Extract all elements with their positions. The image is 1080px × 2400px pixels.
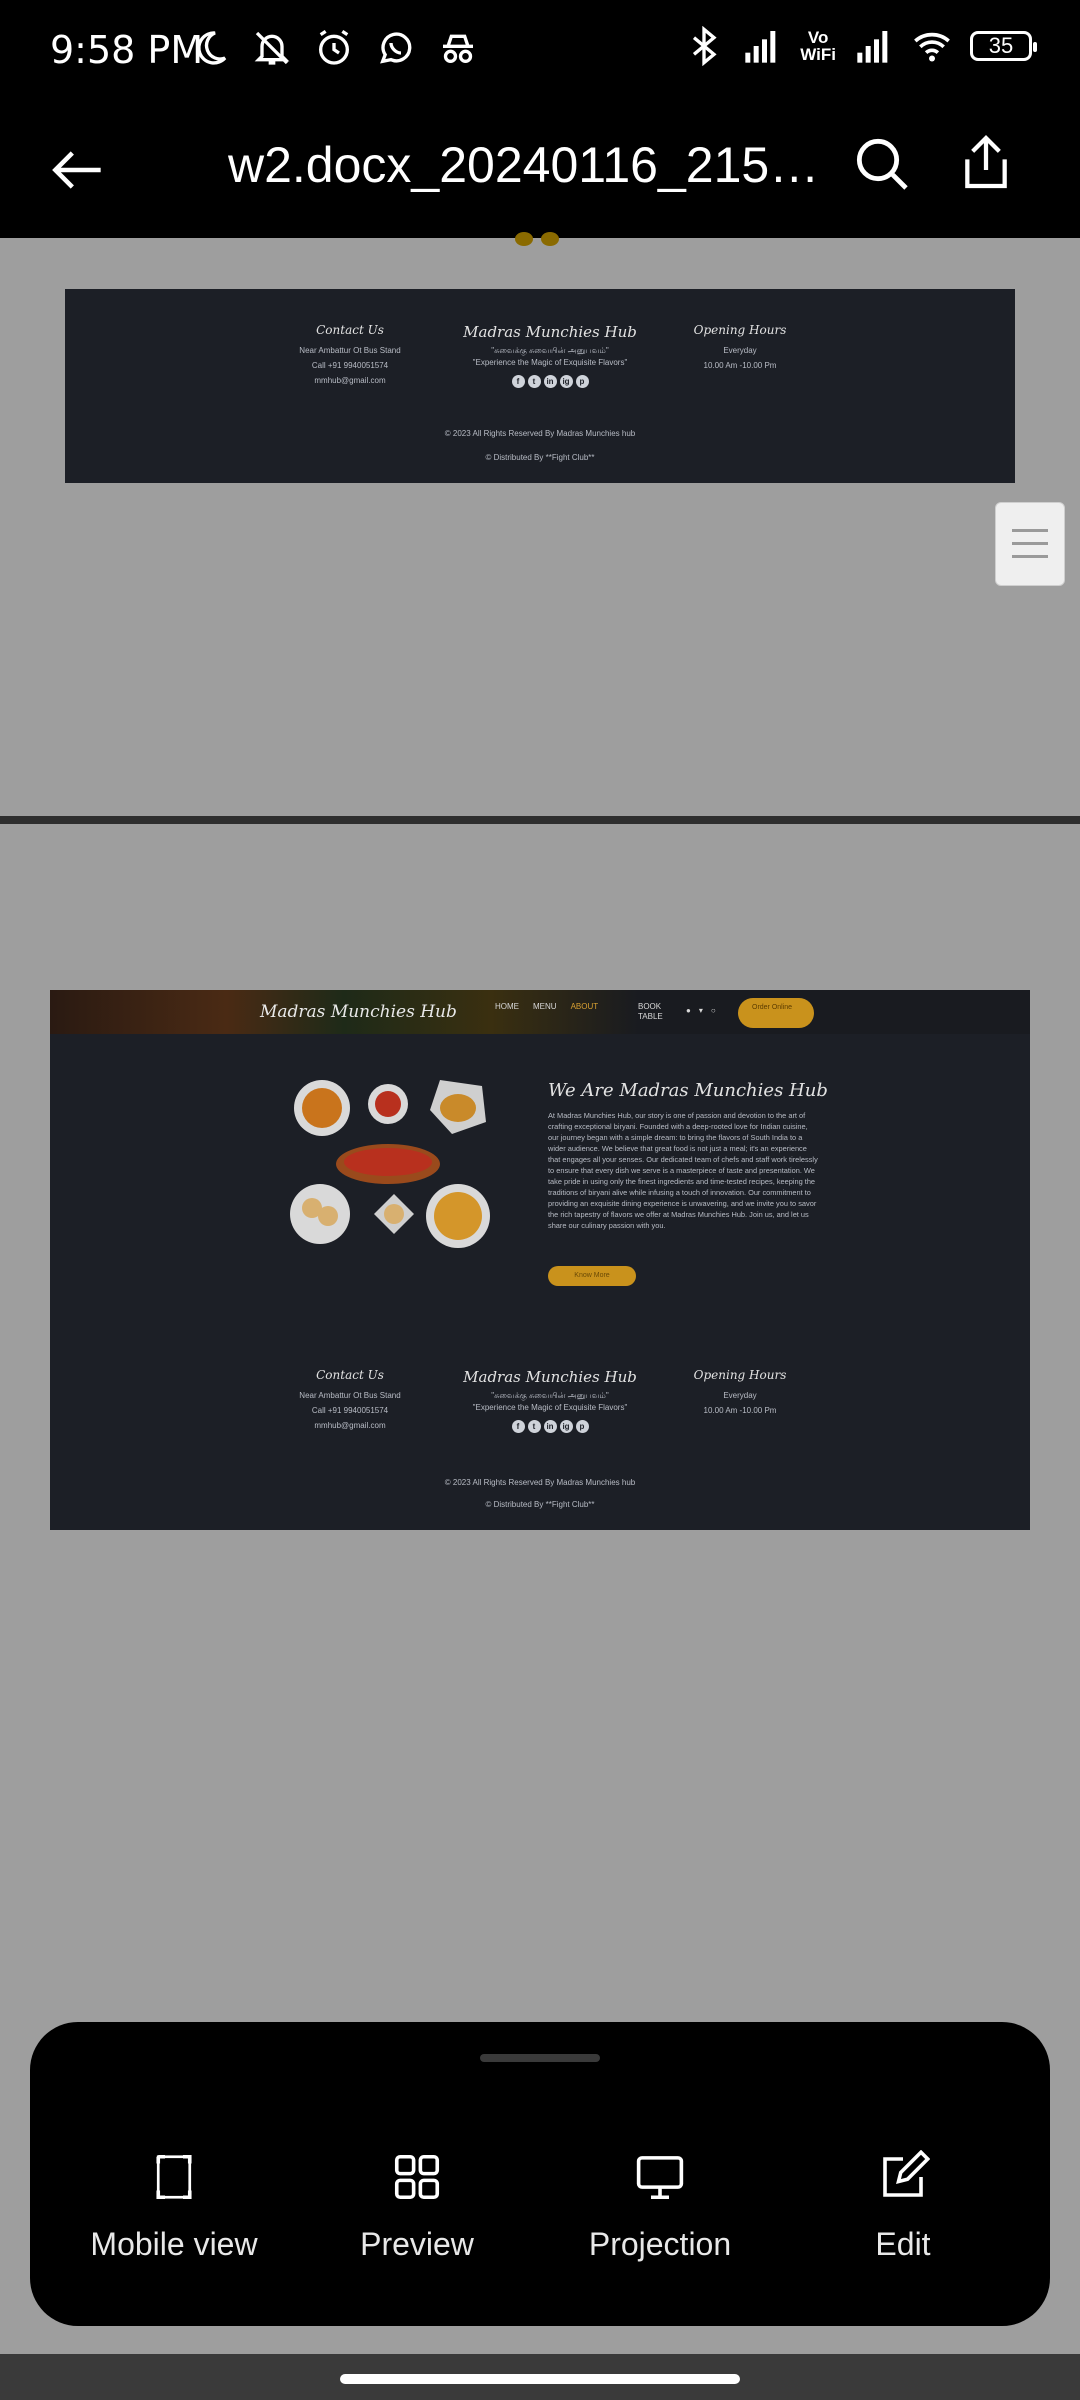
vowifi-top-label: Vo	[807, 28, 829, 47]
nav-home[interactable]: HOME	[495, 1002, 519, 1011]
pinterest-icon[interactable]: p	[575, 1420, 589, 1433]
site-navbar: Madras Munchies Hub HOME MENU ABOUT BOOK…	[50, 990, 1030, 1034]
projection-label: Projection	[588, 2226, 732, 2262]
hours-column-2: Opening Hours Everyday 10.00 Am -10.00 P…	[693, 1368, 787, 1416]
social-icons-2: f t in ig p	[450, 1420, 650, 1433]
twitter-icon[interactable]: t	[527, 1420, 541, 1433]
battery-level: 35	[988, 33, 1014, 58]
brand-column-2: Madras Munchies Hub "சுவைக்கு சுவையின் அ…	[450, 1368, 650, 1434]
mobile-view-label: Mobile view	[90, 2226, 258, 2262]
share-icon[interactable]	[954, 130, 1018, 194]
document-title: w2.docx_20240116_2155...	[228, 137, 838, 193]
edit-label: Edit	[875, 2226, 931, 2262]
status-left-icons	[190, 28, 478, 68]
instagram-icon[interactable]: ig	[559, 375, 573, 388]
food-platter-illustration	[290, 1080, 490, 1248]
wifi-icon	[914, 32, 950, 62]
page-decoration-dots	[515, 232, 559, 246]
instagram-icon[interactable]: ig	[559, 1420, 573, 1433]
home-gesture-pill[interactable]	[340, 2374, 740, 2384]
signal-2-icon	[857, 31, 888, 63]
edit-icon	[883, 2150, 930, 2197]
edit-button[interactable]: Edit	[793, 2150, 1013, 2263]
vowifi-icon: Vo WiFi	[800, 29, 836, 63]
nav-about[interactable]: ABOUT	[571, 1002, 599, 1011]
back-arrow-icon[interactable]	[44, 136, 112, 204]
grid-icon	[394, 2154, 440, 2200]
projection-button[interactable]: Projection	[550, 2150, 770, 2263]
battery-icon: 35	[970, 31, 1037, 61]
site-logo: Madras Munchies Hub	[260, 1002, 457, 1022]
contact-column: Contact Us Near Ambattur Ot Bus Stand Ca…	[270, 323, 430, 389]
know-more-button[interactable]: Know More	[548, 1266, 636, 1286]
bluetooth-icon	[693, 26, 717, 66]
vowifi-bottom-label: WiFi	[800, 45, 836, 64]
alarm-icon	[319, 29, 349, 65]
phone-text: Call +91 9940051574	[311, 361, 389, 371]
order-online-button[interactable]: Order Online	[738, 998, 814, 1028]
about-title: We Are Madras Munchies Hub	[548, 1080, 828, 1101]
site-search-icon[interactable]: ○	[711, 1006, 716, 1015]
address-text: Near Ambattur Ot Bus Stand	[299, 346, 401, 355]
facebook-icon[interactable]: f	[511, 375, 525, 388]
nav-book-table[interactable]: BOOK TABLE	[638, 1002, 668, 1021]
page2-site-screenshot: Madras Munchies Hub HOME MENU ABOUT BOOK…	[50, 990, 1030, 1530]
hours-column: Opening Hours Everyday 10.00 Am -10.00 P…	[693, 323, 787, 371]
linkedin-icon[interactable]: in	[543, 1420, 557, 1433]
page-divider	[0, 816, 1080, 824]
rights-text-2: © 2023 All Rights Reserved By Madras Mun…	[444, 1478, 636, 1487]
whatsapp-icon	[380, 32, 412, 64]
pinterest-icon[interactable]: p	[575, 375, 589, 388]
mobile-view-button[interactable]: Mobile view	[64, 2150, 284, 2263]
distributed-text: © Distributed By **Fight Club**	[485, 453, 595, 462]
sheet-grip-handle[interactable]	[480, 2054, 600, 2062]
brand-column: Madras Munchies Hub "சுவைக்கு சுவையின் அ…	[450, 323, 650, 389]
status-time: 9:58 PM	[50, 28, 204, 72]
cart-icon[interactable]: ▾	[699, 1006, 703, 1015]
mobile-view-icon	[156, 2154, 192, 2200]
preview-label: Preview	[360, 2226, 474, 2262]
facebook-icon[interactable]: f	[511, 1420, 525, 1433]
nav-menu[interactable]: MENU	[533, 1002, 557, 1011]
twitter-icon[interactable]: t	[527, 375, 541, 388]
site-nav-links: HOME MENU ABOUT	[495, 1002, 598, 1011]
rights-text: © 2023 All Rights Reserved By Madras Mun…	[444, 429, 636, 438]
moon-icon	[197, 31, 227, 65]
app-bar: w2.docx_20240116_2155...	[0, 100, 1080, 238]
preview-button[interactable]: Preview	[307, 2150, 527, 2263]
system-nav-bar	[0, 2354, 1080, 2400]
about-body: At Madras Munchies Hub, our story is one…	[548, 1111, 818, 1230]
linkedin-icon[interactable]: in	[543, 375, 557, 388]
user-icon[interactable]: ●	[686, 1006, 691, 1015]
status-bar: 9:58 PM Vo WiFi 35	[0, 0, 1080, 100]
email-text: mmhub@gmail.com	[314, 376, 386, 386]
page-scroll-handle[interactable]	[995, 502, 1065, 586]
search-icon[interactable]	[850, 132, 914, 196]
monitor-icon	[636, 2156, 684, 2200]
site-nav-icons: ● ▾ ○	[686, 1006, 716, 1015]
distributed-text-2: © Distributed By **Fight Club**	[485, 1500, 595, 1509]
signal-icon	[745, 31, 776, 63]
incognito-icon	[443, 34, 473, 63]
contact-column-2: Contact Us Near Ambattur Ot Bus Stand Ca…	[299, 1368, 401, 1431]
page1-site-footer: Contact Us Near Ambattur Ot Bus Stand Ca…	[65, 289, 1015, 483]
social-icons: f t in ig p	[450, 375, 650, 388]
bottom-action-sheet: Mobile view Preview Projection Edit	[30, 2022, 1050, 2326]
status-right-icons: Vo WiFi 35	[684, 26, 1037, 66]
bell-off-icon	[254, 31, 290, 65]
